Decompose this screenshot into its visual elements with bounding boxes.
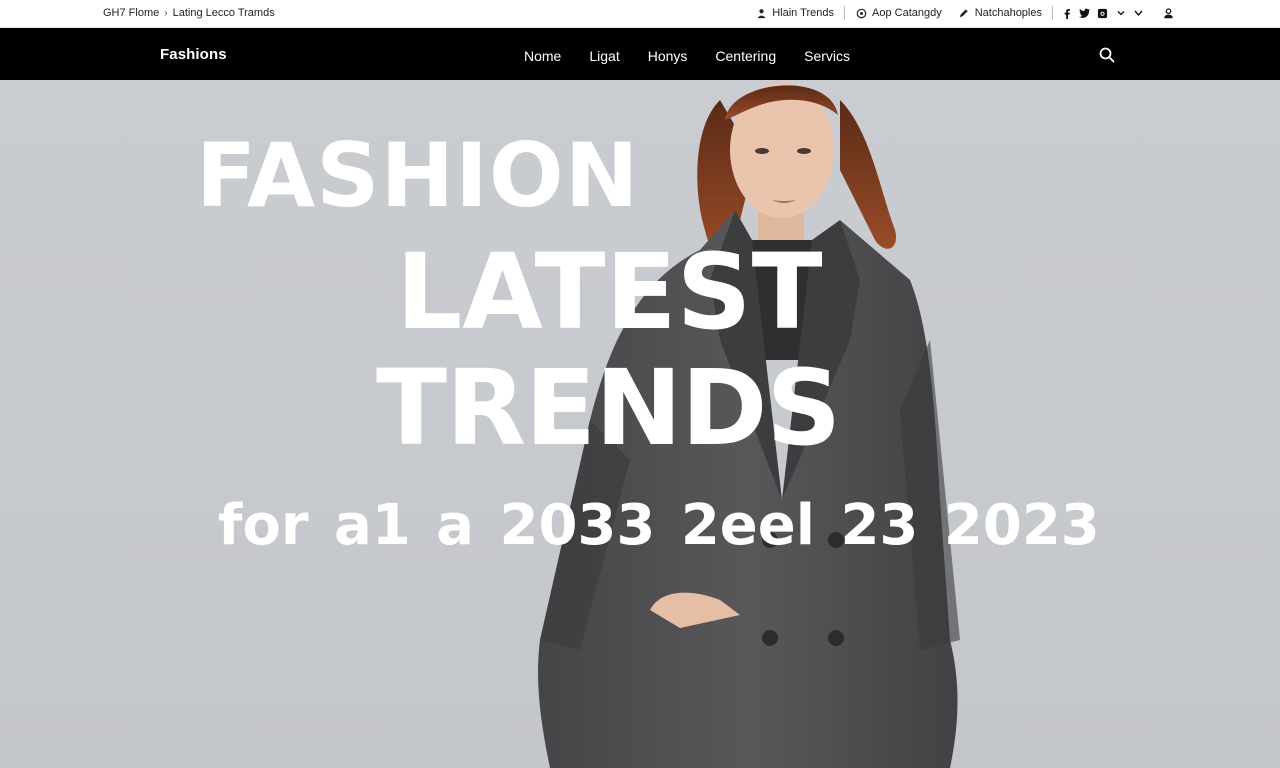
hero-title-line-3: TRENDS (376, 347, 841, 469)
breadcrumb-current: Lating Lecco Tramds (172, 7, 275, 19)
hero-title-line-2: LATEST (396, 231, 823, 353)
tag-icon (855, 7, 867, 19)
instagram-icon[interactable] (1097, 8, 1108, 19)
nav-link-light[interactable]: Ligat (575, 48, 633, 64)
user-icon[interactable] (1163, 7, 1174, 19)
breadcrumb-separator: › (164, 7, 168, 19)
utility-link-label: Hlain Trends (772, 7, 834, 19)
chevron-down-icon[interactable] (1133, 8, 1144, 19)
utility-bar: GH7 Flome › Lating Lecco Tramds Hlain Tr… (0, 0, 1280, 28)
search-icon[interactable] (1098, 46, 1116, 64)
hero-title-line-1: FASHION (196, 124, 640, 227)
utility-link-trends[interactable]: Hlain Trends (747, 7, 842, 19)
facebook-icon[interactable] (1061, 8, 1072, 19)
nav-link-centering[interactable]: Centering (701, 48, 790, 64)
nav-link-home[interactable]: Nome (510, 48, 575, 64)
person-icon (755, 7, 767, 19)
divider (1052, 6, 1053, 20)
divider (844, 6, 845, 20)
twitter-icon[interactable] (1079, 8, 1090, 19)
utility-link-label: Aop Catangdy (872, 7, 942, 19)
utility-link-label: Natchahoples (974, 7, 1042, 19)
nav-link-services[interactable]: Servics (790, 48, 864, 64)
nav-link-honys[interactable]: Honys (634, 48, 702, 64)
breadcrumb-home[interactable]: GH7 Flome (103, 7, 159, 19)
hero-subtitle: for a1 a 2033 2eel 23 2023 (218, 493, 1100, 558)
breadcrumb: GH7 Flome › Lating Lecco Tramds (103, 7, 275, 19)
utility-link-category[interactable]: Aop Catangdy (847, 7, 950, 19)
main-nav: Fashions Nome Ligat Honys Centering Serv… (0, 28, 1280, 80)
nav-links: Nome Ligat Honys Centering Servics (510, 48, 864, 64)
chevron-down-icon[interactable] (1115, 8, 1126, 19)
utility-links: Hlain Trends Aop Catangdy Natchahoples (747, 5, 1180, 21)
utility-link-matches[interactable]: Natchahoples (950, 7, 1050, 19)
brand-logo[interactable]: Fashions (160, 46, 227, 63)
pen-icon (958, 7, 970, 19)
hero-banner: FASHION LATEST TRENDS for a1 a 2033 2eel… (0, 80, 1280, 768)
social-links (1055, 7, 1180, 19)
